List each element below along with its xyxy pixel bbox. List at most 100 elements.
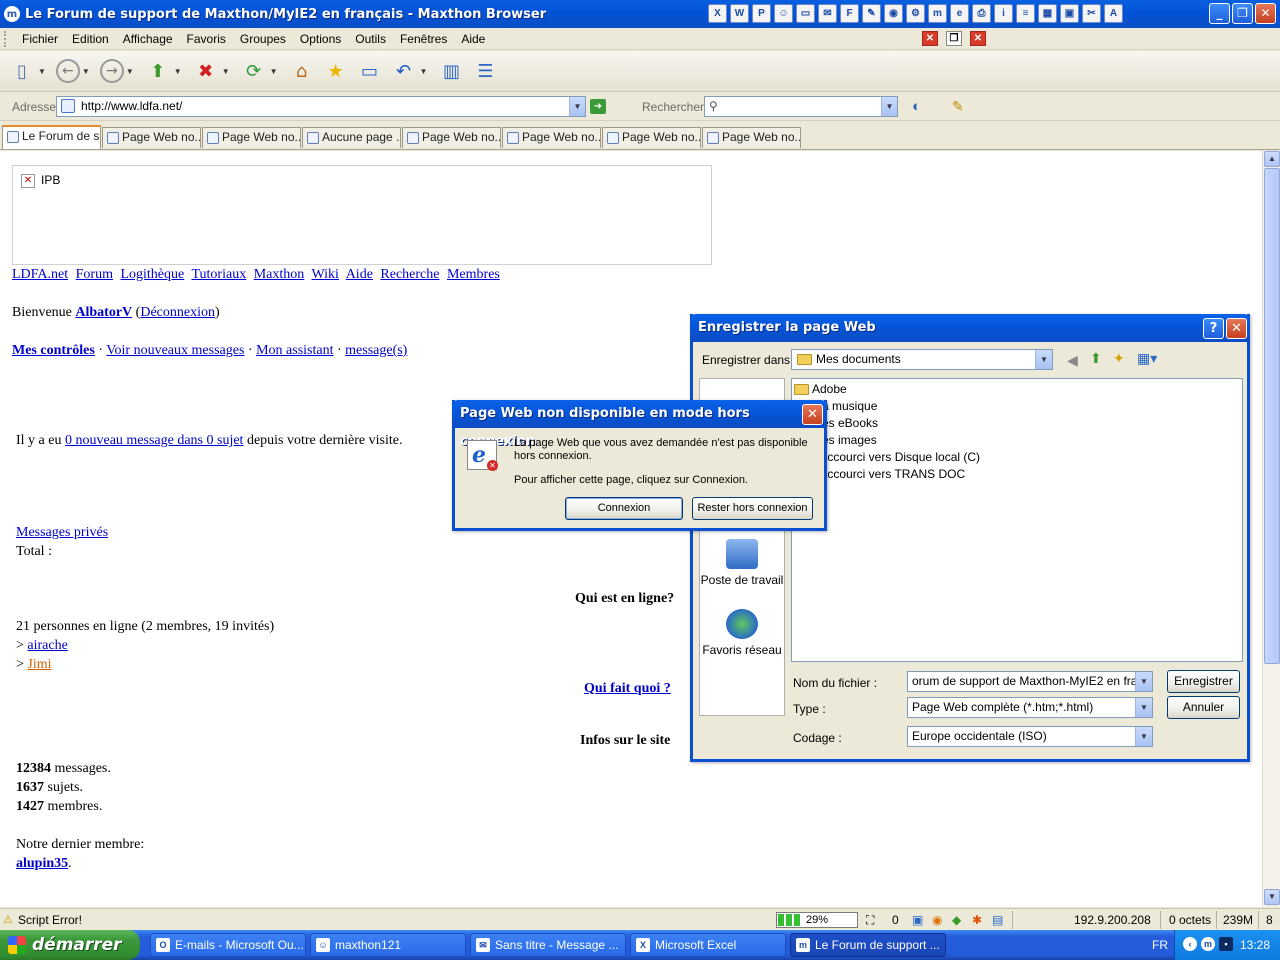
chevron-down-icon[interactable]: ▼ (569, 97, 585, 116)
scroll-thumb[interactable] (1264, 168, 1280, 664)
stay-offline-button[interactable]: Rester hors connexion (692, 497, 813, 520)
tab-page-web-1[interactable]: Page Web no... (102, 127, 201, 148)
scroll-up-icon[interactable]: ▲ (1264, 151, 1280, 167)
excel-icon[interactable]: X (708, 4, 727, 23)
save-in-select[interactable]: Mes documents ▼ (791, 349, 1053, 370)
popup-blocker-icon[interactable]: ⛶ (866, 913, 874, 928)
status-icon-2[interactable]: ◉ (932, 913, 942, 927)
forward-icon[interactable]: → (99, 59, 124, 83)
minimize-button[interactable]: _ (1209, 3, 1230, 24)
word-icon[interactable]: W (730, 4, 749, 23)
columns-icon[interactable]: ▥ (437, 57, 465, 85)
tab-page-web-2[interactable]: Page Web no... (202, 127, 301, 148)
tab-page-web-5[interactable]: Page Web no... (602, 127, 701, 148)
task-outlook[interactable]: O E-mails - Microsoft Ou... (150, 933, 306, 957)
nav-link-logitheque[interactable]: Logithèque (120, 267, 184, 282)
start-button[interactable]: démarrer (0, 930, 140, 960)
globe-icon[interactable]: ◉ (884, 4, 903, 23)
chevron-down-icon[interactable]: ▼ (126, 67, 134, 76)
my-controls-link[interactable]: Mes contrôles (12, 343, 95, 358)
favorites-star-icon[interactable]: ★ (322, 57, 350, 85)
tray-maxthon-icon[interactable]: m (1201, 937, 1215, 951)
menu-affichage[interactable]: Affichage (116, 32, 180, 46)
assistant-link[interactable]: Mon assistant (256, 343, 333, 358)
chevron-down-icon[interactable]: ▼ (38, 67, 46, 76)
chevron-down-icon[interactable]: ▼ (1035, 350, 1052, 369)
user-link[interactable]: AlbatorV (75, 305, 132, 320)
logout-link[interactable]: Déconnexion (140, 305, 215, 320)
tab-page-web-4[interactable]: Page Web no... (502, 127, 601, 148)
settings-gear-icon[interactable]: ⚙ (906, 4, 925, 23)
encoding-select[interactable]: Europe occidentale (ISO) ▼ (907, 726, 1153, 747)
menu-aide[interactable]: Aide (454, 32, 492, 46)
info-icon[interactable]: i (994, 4, 1013, 23)
nav-link-recherche[interactable]: Recherche (380, 267, 439, 282)
maxthon-app-icon[interactable]: m (4, 6, 20, 22)
maxthon-icon[interactable]: m (928, 4, 947, 23)
help-button[interactable]: ? (1203, 318, 1224, 339)
nav-link-wiki[interactable]: Wiki (312, 267, 339, 282)
save-dialog-close-button[interactable]: ✕ (1226, 318, 1247, 339)
window-icon[interactable]: ▭ (356, 57, 384, 85)
mail-icon[interactable]: ✉ (818, 4, 837, 23)
cancel-button[interactable]: Annuler (1167, 696, 1240, 719)
folder-icon[interactable]: ▭ (796, 4, 815, 23)
task-message[interactable]: ✉ Sans titre - Message ... (470, 933, 626, 957)
task-excel[interactable]: X Microsoft Excel (630, 933, 786, 957)
tab-forum[interactable]: Le Forum de s... (2, 125, 101, 149)
place-network[interactable]: Favoris réseau (700, 609, 784, 657)
close-tab-icon[interactable]: ✕ (922, 31, 938, 46)
type-select[interactable]: Page Web complète (*.htm;*.html) ▼ (907, 697, 1153, 718)
up-folder-icon[interactable]: ⬆ (1090, 350, 1102, 367)
status-icon-1[interactable]: ▣ (912, 913, 923, 927)
scroll-down-icon[interactable]: ▼ (1264, 889, 1280, 905)
list-item[interactable]: Adobe (794, 381, 847, 398)
menu-options[interactable]: Options (293, 32, 348, 46)
restore-button[interactable]: ❐ (1232, 3, 1253, 24)
list-view-icon[interactable]: ☰ (471, 57, 499, 85)
search-engine-globe-icon[interactable]: ◐ (912, 98, 921, 115)
tray-expand-icon[interactable]: ‹ (1183, 937, 1197, 951)
task-maxthon121[interactable]: ☺ maxthon121 (310, 933, 466, 957)
tab-aucune-page[interactable]: Aucune page ... (302, 127, 401, 148)
messages-link[interactable]: message(s) (345, 343, 407, 358)
home-icon[interactable]: ⌂ (288, 57, 316, 85)
refresh-icon[interactable]: ⟳ (240, 57, 268, 85)
nav-link-maxthon[interactable]: Maxthon (254, 267, 305, 282)
chevron-down-icon[interactable]: ▼ (174, 67, 182, 76)
chevron-down-icon[interactable]: ▼ (881, 97, 897, 116)
warning-icon[interactable]: ⚠ (3, 913, 13, 926)
tab-page-web-6[interactable]: Page Web no... (702, 127, 801, 148)
frontpage-icon[interactable]: F (840, 4, 859, 23)
notes-icon[interactable]: ≡ (1016, 4, 1035, 23)
private-messages-link[interactable]: Messages privés (16, 525, 108, 541)
acrobat-icon[interactable]: A (1104, 4, 1123, 23)
filename-input[interactable]: orum de support de Maxthon-MyIE2 en fran… (907, 671, 1153, 692)
address-input[interactable]: http://www.ldfa.net/ ▼ (56, 96, 586, 117)
scissors-icon[interactable]: ✂ (1082, 4, 1101, 23)
powerpoint-icon[interactable]: P (752, 4, 771, 23)
chevron-down-icon[interactable]: ▼ (82, 67, 90, 76)
menu-fichier[interactable]: Fichier (15, 32, 65, 46)
close-button[interactable]: ✕ (1255, 3, 1276, 24)
status-icon-4[interactable]: ✱ (972, 913, 982, 927)
offline-dialog-close-button[interactable]: ✕ (802, 404, 823, 425)
view-menu-icon[interactable]: ▦▾ (1137, 350, 1157, 367)
search-input[interactable]: ⚲ ▼ (704, 96, 898, 117)
restore-tab-icon[interactable]: ❐ (946, 31, 962, 46)
new-folder-icon[interactable]: ✦ (1113, 350, 1125, 367)
save-button[interactable]: Enregistrer (1167, 670, 1240, 693)
image-icon[interactable]: ▣ (1060, 4, 1079, 23)
connect-button[interactable]: Connexion (565, 497, 683, 520)
close-all-icon[interactable]: ✕ (970, 31, 986, 46)
edit-icon[interactable]: ✎ (862, 4, 881, 23)
new-messages-link[interactable]: Voir nouveaux messages (106, 343, 244, 358)
last-member-link[interactable]: alupin35 (16, 856, 68, 871)
spreadsheet-icon[interactable]: ▦ (1038, 4, 1057, 23)
nav-link-tutoriaux[interactable]: Tutoriaux (191, 267, 246, 282)
nav-link-ldfa[interactable]: LDFA.net (12, 267, 68, 282)
member-link-jimi[interactable]: Jimi (27, 657, 51, 672)
chevron-down-icon[interactable]: ▼ (420, 67, 428, 76)
print-icon[interactable]: ⎙ (972, 4, 991, 23)
chevron-down-icon[interactable]: ▼ (270, 67, 278, 76)
